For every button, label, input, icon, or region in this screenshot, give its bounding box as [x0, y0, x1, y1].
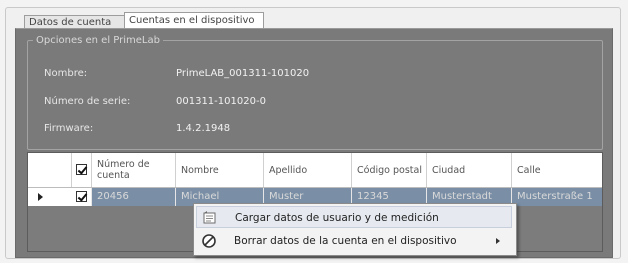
column-header-first-name[interactable]: Nombre	[176, 153, 264, 187]
column-header-street[interactable]: Calle	[512, 153, 602, 187]
delete-icon	[202, 234, 216, 248]
serial-number-value: 001311-101020-0	[176, 96, 266, 107]
select-all-checkbox-column[interactable]	[72, 153, 92, 187]
column-header-city[interactable]: Ciudad	[427, 153, 512, 187]
options-groupbox	[27, 40, 603, 150]
options-groupbox-title: Opciones en el PrimeLab	[33, 35, 163, 47]
select-all-checkbox[interactable]	[76, 164, 87, 175]
tab-accounts-on-device[interactable]: Cuentas en el dispositivo	[124, 12, 264, 28]
column-header-account-number[interactable]: Número de cuenta	[92, 153, 176, 187]
serial-number-label: Número de serie:	[44, 96, 131, 107]
row-header[interactable]	[28, 188, 72, 206]
context-menu: Cargar datos de usuario y de medición Bo…	[193, 203, 517, 256]
column-header-last-name[interactable]: Apellido	[264, 153, 352, 187]
firmware-value: 1.4.2.1948	[176, 123, 231, 134]
name-label: Nombre:	[44, 68, 88, 79]
cell-account-number[interactable]: 20456	[92, 188, 176, 206]
grid-header-row: Número de cuenta Nombre Apellido Código …	[28, 153, 602, 188]
cell-street[interactable]: Musterstraße 1	[512, 188, 602, 206]
row-header-corner	[28, 153, 72, 187]
menu-item-label: Cargar datos de usuario y de medición	[235, 212, 439, 224]
row-checkbox[interactable]	[76, 191, 87, 202]
tab-account-data[interactable]: Datos de cuenta	[24, 15, 130, 29]
menu-item-delete-account-data[interactable]: Borrar datos de la cuenta en el disposit…	[196, 230, 512, 252]
current-row-arrow-icon	[38, 193, 43, 201]
name-value: PrimeLAB_001311-101020	[176, 68, 310, 79]
row-checkbox-cell[interactable]	[72, 188, 92, 206]
menu-item-load-user-data[interactable]: Cargar datos de usuario y de medición	[196, 206, 512, 228]
submenu-arrow-icon	[496, 238, 500, 244]
load-data-icon	[203, 211, 216, 224]
column-header-postal-code[interactable]: Código postal	[352, 153, 427, 187]
firmware-label: Firmware:	[44, 123, 94, 134]
menu-item-label: Borrar datos de la cuenta en el disposit…	[234, 235, 457, 247]
